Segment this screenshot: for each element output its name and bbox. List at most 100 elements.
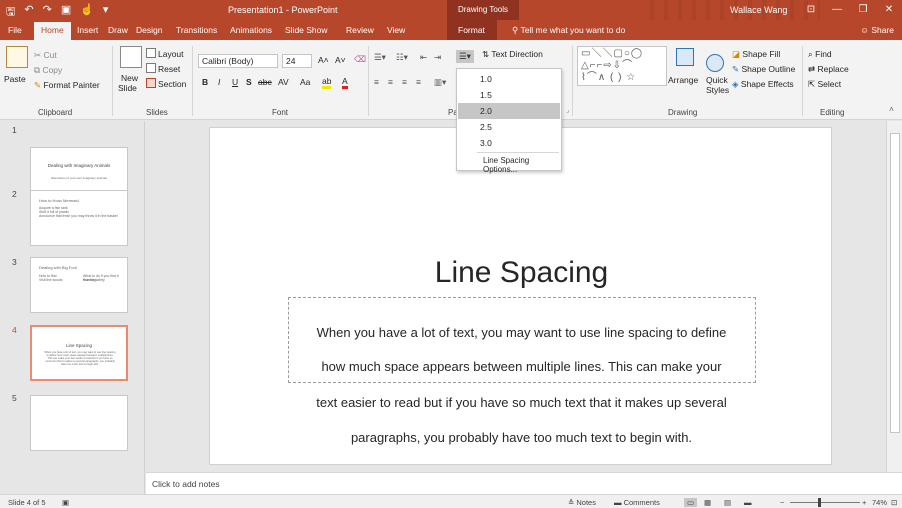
slide-sorter-icon[interactable]: ▦ [704,498,711,507]
slide-thumbnail-2[interactable]: How to Hoax Mermaid Acquire a fish tank … [30,190,128,246]
collapse-ribbon-icon[interactable]: ˄ [889,104,894,114]
reset-button[interactable]: Reset [146,63,180,74]
align-right-icon[interactable]: ≡ [402,77,407,87]
layout-button[interactable]: Layout [146,48,184,59]
line-spacing-option[interactable]: 1.0 [458,71,560,87]
line-spacing-icon[interactable]: ☰▾ [456,50,474,63]
tab-insert[interactable]: Insert [77,25,98,35]
zoom-in-button[interactable]: + [862,498,866,507]
strikethrough-button[interactable]: abc [258,77,272,87]
line-spacing-option[interactable]: 2.5 [458,119,560,135]
share-button[interactable]: ☺ Share [860,25,894,35]
paste-button[interactable]: Paste [4,74,26,84]
quick-styles-button[interactable]: Quick [706,75,728,85]
quick-styles-icon[interactable] [706,54,724,72]
shape-effects-button[interactable]: ◈ Shape Effects [732,79,794,90]
change-case-button[interactable]: Aa [300,77,310,87]
tab-draw[interactable]: Draw [108,25,128,35]
highlight-icon[interactable]: ab [322,76,332,89]
line-spacing-option-selected[interactable]: 2.0 [458,103,560,119]
body-line-4[interactable]: paragraphs, you probably have too much t… [210,430,833,445]
notes-pane[interactable]: Click to add notes [146,472,902,494]
tab-transitions[interactable]: Transitions [176,25,217,35]
shapes-gallery[interactable]: ▭＼＼▢○◯ △⌐⌐⇨⇩⌒ ⌇⌒∧ ( ) ☆ [577,46,667,86]
character-spacing-button[interactable]: AV [278,77,289,87]
tab-slide-show[interactable]: Slide Show [285,25,328,35]
fit-to-window-icon[interactable]: ⊡ [891,498,897,507]
arrange-button[interactable]: Arrange [668,75,698,85]
line-spacing-option[interactable]: 3.0 [458,135,560,151]
new-slide-label[interactable]: New [121,73,138,83]
scrollbar-thumb[interactable] [890,133,900,433]
text-direction-button[interactable]: ⇅ Text Direction [482,49,543,60]
comments-button[interactable]: ▬ Comments [614,498,660,507]
ribbon-display-icon[interactable]: ⊡ [798,0,824,20]
minimize-icon[interactable]: — [824,0,850,20]
zoom-level[interactable]: 74% [872,498,887,507]
clear-formatting-icon[interactable]: ⌫ [354,54,366,65]
increase-indent-icon[interactable]: ⇥ [434,52,441,63]
slide[interactable]: Line Spacing When you have a lot of text… [209,127,832,465]
align-center-icon[interactable]: ≡ [388,77,393,87]
justify-icon[interactable]: ≡ [416,77,421,87]
slide-thumbnail-5[interactable] [30,395,128,451]
tell-me-search[interactable]: ⚲ Tell me what you want to do [512,25,625,36]
underline-button[interactable]: U [232,77,238,87]
reading-view-icon[interactable]: ▤ [724,498,731,507]
numbering-icon[interactable]: ☷▾ [396,52,408,63]
body-line-1[interactable]: When you have a lot of text, you may wan… [210,325,833,340]
zoom-slider-handle[interactable] [818,498,821,507]
bold-button[interactable]: B [202,77,208,87]
grow-font-button[interactable]: A˄ [318,55,329,65]
new-slide-label-2[interactable]: Slide [118,83,137,93]
line-spacing-options-item[interactable]: Line Spacing Options... [458,153,560,174]
user-name[interactable]: Wallace Wang [730,5,787,15]
format-painter-button[interactable]: ✎ Format Painter [34,80,100,91]
section-button[interactable]: Section [146,78,186,89]
notes-placeholder[interactable]: Click to add notes [152,479,220,489]
close-icon[interactable]: ✕ [876,0,902,20]
vertical-scrollbar[interactable] [886,121,902,472]
slide-show-icon[interactable]: ▬ [744,498,752,507]
slide-thumbnail-4-selected[interactable]: Line Spacing When you have a lot of text… [30,325,128,381]
columns-icon[interactable]: ▥▾ [434,77,446,88]
spell-check-icon[interactable]: ▣ [62,498,69,507]
align-left-icon[interactable]: ≡ [374,77,379,87]
shadow-button[interactable]: S [246,77,252,87]
find-button[interactable]: ⌕ Find [808,49,832,60]
tab-file[interactable]: File [8,25,22,35]
normal-view-icon[interactable]: ▭ [684,498,698,507]
notes-toggle-button[interactable]: ≙ Notes [568,498,596,507]
copy-button[interactable]: ⧉ Copy [34,65,62,76]
slide-title[interactable]: Line Spacing [210,256,833,290]
tab-animations[interactable]: Animations [230,25,272,35]
paste-icon[interactable] [6,46,28,68]
font-size-combo[interactable]: 24 [282,54,312,68]
tab-review[interactable]: Review [346,25,374,35]
line-spacing-option[interactable]: 1.5 [458,87,560,103]
cut-button[interactable]: ✂ Cut [34,50,57,61]
arrange-icon[interactable] [676,48,694,66]
paragraph-launcher-icon[interactable]: ⌟ [566,106,569,114]
zoom-slider[interactable] [790,502,860,503]
new-slide-icon[interactable] [120,46,142,68]
tab-design[interactable]: Design [136,25,162,35]
font-name-combo[interactable]: Calibri (Body) [198,54,278,68]
font-color-icon[interactable]: A [342,76,348,89]
replace-button[interactable]: ⇄ Replace [808,64,849,75]
shrink-font-button[interactable]: A˅ [335,55,346,65]
tab-format[interactable]: Format [458,25,485,35]
body-line-2[interactable]: how much space appears between multiple … [210,359,833,374]
shape-fill-button[interactable]: ◪ Shape Fill [732,49,780,60]
quick-styles-label-2[interactable]: Styles [706,85,729,95]
shape-outline-button[interactable]: ✎ Shape Outline [732,64,795,75]
decrease-indent-icon[interactable]: ⇤ [420,52,427,63]
tab-home[interactable]: Home [34,22,71,40]
italic-button[interactable]: I [218,77,220,87]
slide-thumbnail-3[interactable]: Dealing with Big Foot How to find What t… [30,257,128,313]
restore-icon[interactable]: ❐ [850,0,876,20]
bullets-icon[interactable]: ☰▾ [374,52,386,63]
zoom-out-button[interactable]: − [780,498,784,507]
body-line-3[interactable]: text easier to read but if you have so m… [210,395,833,410]
select-button[interactable]: ⇱ Select [808,79,841,90]
